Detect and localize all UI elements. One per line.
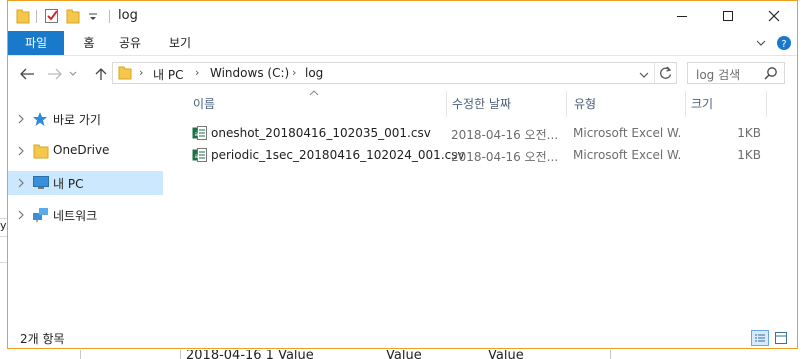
excel-csv-file-icon: a (192, 125, 207, 141)
minimize-button[interactable] (659, 1, 705, 31)
background-cell-text: Value (488, 350, 524, 359)
nav-item-network[interactable]: 네트워크 (8, 203, 163, 227)
svg-text:?: ? (781, 39, 786, 50)
column-header-date[interactable]: 수정한 날짜 (452, 95, 511, 112)
column-header-type[interactable]: 유형 (574, 95, 596, 112)
file-row[interactable]: a periodic_1sec_20180416_102024_001.csv … (189, 144, 779, 166)
file-name: periodic_1sec_20180416_102024_001.csv (211, 148, 465, 162)
file-size: 1KB (737, 126, 761, 140)
item-count: 2개 항목 (20, 332, 65, 346)
expand-chevron-icon[interactable] (16, 113, 26, 125)
nav-label: OneDrive (53, 143, 110, 157)
file-list-pane: 이름 수정한 날짜 유형 크기 a oneshot_20180416_10203… (171, 90, 797, 323)
navigation-pane: 바로 가기 OneDrive 내 PC 네트워크 (8, 91, 170, 323)
background-cell-border (610, 350, 611, 359)
expand-ribbon-chevron-icon[interactable] (753, 35, 769, 51)
svg-text:a: a (195, 131, 199, 138)
tab-view[interactable]: 보기 (162, 31, 198, 55)
back-arrow-icon[interactable] (16, 63, 38, 85)
file-explorer-window: log 파일 홈 공유 보기 ? › 내 PC › Windows (C:) ›… (7, 0, 798, 349)
breadcrumb-this-pc[interactable]: 내 PC (153, 66, 183, 83)
tab-share[interactable]: 공유 (112, 31, 148, 55)
help-icon[interactable]: ? (776, 35, 792, 51)
refresh-icon[interactable] (659, 66, 672, 83)
nav-label: 네트워크 (53, 209, 98, 223)
breadcrumb-separator-icon[interactable]: › (139, 66, 143, 79)
column-divider[interactable] (566, 91, 567, 117)
address-history-chevron-icon[interactable] (639, 68, 649, 82)
search-icon[interactable] (764, 66, 778, 83)
up-arrow-icon[interactable] (90, 63, 112, 85)
svg-text:a: a (195, 153, 199, 160)
address-divider (654, 63, 655, 83)
breadcrumb-log[interactable]: log (305, 66, 323, 80)
folder-icon (16, 7, 30, 25)
file-size: 1KB (737, 148, 761, 162)
nav-item-this-pc[interactable]: 내 PC (8, 171, 163, 195)
column-header-name[interactable]: 이름 (193, 95, 215, 112)
file-date: 2018-04-16 오전... (451, 150, 559, 164)
breadcrumb-separator-icon[interactable]: › (195, 66, 199, 79)
toolbar-separator (36, 10, 37, 23)
new-folder-icon[interactable] (66, 7, 80, 25)
network-icon (32, 207, 50, 223)
file-type: Microsoft Excel W... (573, 148, 681, 162)
expand-chevron-icon[interactable] (16, 209, 26, 221)
large-icons-view-icon[interactable] (772, 330, 790, 346)
file-date: 2018-04-16 오전... (451, 128, 559, 142)
background-cell-text: Value (386, 350, 422, 359)
search-input[interactable]: log 검색 (687, 62, 785, 84)
nav-label: 바로 가기 (53, 113, 101, 127)
background-text: y (0, 219, 7, 232)
expand-chevron-icon[interactable] (16, 177, 26, 189)
search-placeholder: log 검색 (696, 68, 741, 82)
maximize-button[interactable] (705, 1, 751, 31)
ribbon-tab-bar: 파일 홈 공유 보기 ? (8, 31, 797, 56)
details-view-icon[interactable] (751, 330, 769, 346)
status-bar: 2개 항목 (8, 325, 797, 349)
sort-ascending-icon (309, 85, 319, 99)
address-bar[interactable]: › 내 PC › Windows (C:) › log (112, 62, 677, 84)
title-bar[interactable]: log (8, 1, 797, 31)
address-row: › 내 PC › Windows (C:) › log log 검색 (8, 59, 797, 89)
nav-item-onedrive[interactable]: OneDrive (8, 139, 163, 163)
recent-locations-chevron-icon[interactable] (66, 63, 80, 85)
breadcrumb-windows-drive[interactable]: Windows (C:) (210, 66, 289, 80)
background-cell-border (80, 350, 81, 359)
file-type: Microsoft Excel W... (573, 126, 681, 140)
window-title: log (118, 8, 138, 23)
file-row[interactable]: a oneshot_20180416_102035_001.csv 2018-0… (189, 122, 779, 144)
folder-icon (118, 65, 132, 84)
expand-chevron-icon[interactable] (16, 145, 26, 157)
close-button[interactable] (751, 1, 797, 31)
background-app-bottom-strip: 2018-04-16 1 Value Value Value (0, 350, 804, 359)
background-cell-text: 2018-04-16 1 Value (186, 350, 314, 359)
column-divider[interactable] (446, 91, 447, 117)
folder-icon (32, 143, 50, 159)
excel-csv-file-icon: a (192, 147, 207, 163)
customize-toolbar-dropdown-icon[interactable] (88, 7, 98, 25)
breadcrumb-separator-icon[interactable]: › (292, 66, 296, 79)
tab-home[interactable]: 홈 (74, 31, 104, 55)
background-cell-border (180, 350, 181, 359)
properties-icon[interactable] (44, 7, 60, 25)
column-divider[interactable] (685, 91, 686, 117)
nav-label: 내 PC (53, 177, 84, 191)
forward-arrow-icon[interactable] (44, 63, 66, 85)
computer-icon (32, 175, 50, 191)
toolbar-separator (109, 10, 110, 23)
column-divider[interactable] (766, 91, 767, 117)
file-name: oneshot_20180416_102035_001.csv (211, 126, 431, 140)
star-pin-icon (32, 111, 50, 127)
column-header-size[interactable]: 크기 (691, 95, 713, 112)
nav-item-quick-access[interactable]: 바로 가기 (8, 107, 163, 131)
tab-file[interactable]: 파일 (8, 31, 64, 55)
